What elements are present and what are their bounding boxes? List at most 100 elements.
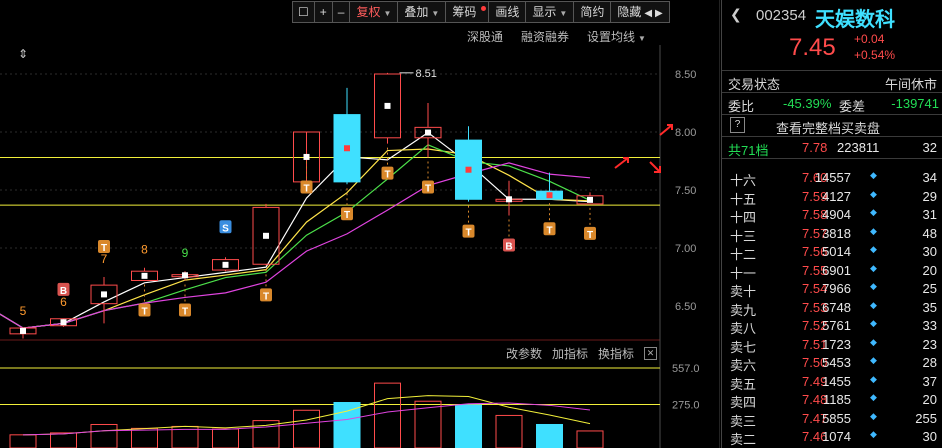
level-volume: 1455 (822, 373, 851, 389)
level-orders: 25 (922, 281, 937, 296)
volume-bar (374, 382, 401, 448)
candle-marker (384, 102, 391, 109)
diamond-icon: ◆ (870, 299, 877, 310)
arrow-up-icon (659, 124, 673, 136)
volume-bar (333, 402, 361, 448)
chevron-down-icon: ▼ (431, 9, 440, 18)
volume-bar (576, 430, 604, 448)
signal-badge-text: S (222, 223, 229, 234)
stock-name: 天娱数科 (815, 9, 895, 31)
ma-settings-label: 设置均线 (587, 30, 636, 44)
order-level-row: 卖四 7.48 1185 ◆ 20 (722, 390, 942, 410)
ma-settings-link[interactable]: 设置均线 ▼ (587, 28, 646, 45)
level-volume: 6748 (822, 299, 851, 315)
order-level-row: 十六 7.60 14557 ◆ 34 (722, 168, 942, 188)
back-arrow-icon[interactable]: ❮ (730, 6, 742, 23)
edit-params-link[interactable]: 改参数 (506, 345, 542, 362)
chevron-down-icon: ▼ (638, 34, 646, 43)
volume-bar (9, 434, 37, 448)
margin-trading-link[interactable]: 融资融券 (521, 28, 569, 45)
close-icon[interactable]: ✕ (644, 347, 658, 360)
level-volume: 1185 (823, 392, 851, 407)
price-axis-label: 8.00 (675, 127, 696, 139)
fuquan-label: 复权 (356, 5, 381, 19)
signal-badge-text: T (141, 306, 147, 317)
chips-button[interactable]: 筹码 (445, 1, 490, 23)
diamond-icon: ◆ (870, 188, 877, 199)
order-level-row: 卖十 7.54 7966 ◆ 25 (722, 279, 942, 299)
candle-marker (263, 232, 269, 239)
volume-axis-label: 557.0 (672, 363, 700, 375)
draw-line-label: 画线 (495, 5, 520, 19)
high-price-label: 8.51 (416, 68, 437, 80)
hk-connect-link[interactable]: 深股通 (467, 28, 503, 45)
kline-chart[interactable]: 8.508.007.507.006.508.5156B7T 8T9TSTTTTTT… (0, 0, 720, 448)
signal-badge-text: B (505, 242, 512, 253)
arrow-left-icon: ◀ (644, 8, 653, 19)
level-orders: 20 (922, 392, 937, 407)
ratio-label: 委比 (728, 99, 755, 114)
volume-bar (293, 409, 320, 448)
full-book-button[interactable]: ? 查看完整档买卖盘 (722, 116, 942, 136)
level-volume: 4127 (822, 188, 851, 204)
order-level-row: 卖五 7.49 1455 ◆ 37 (722, 372, 942, 392)
signal-badge-text: T (425, 184, 431, 195)
plus-icon[interactable]: + (313, 1, 333, 23)
level-orders: 29 (922, 188, 937, 204)
diff-value: -139741 (891, 96, 939, 111)
level-orders: 33 (922, 318, 937, 333)
trade-status-value: 午间休市 (884, 77, 937, 92)
trade-status-row: 交易状态 午间休市 (722, 72, 942, 92)
simple-button[interactable]: 简约 (573, 1, 612, 23)
order-level-row: 卖三 7.47 5855 ◆ 255 (722, 409, 942, 429)
level-volume: 5761 (822, 318, 851, 333)
arrow-right-icon: ▶ (655, 8, 663, 19)
simple-label: 简约 (580, 5, 605, 19)
level-orders: 23 (922, 336, 937, 352)
order-level-row: 卖六 7.50 5453 ◆ 28 (722, 353, 942, 373)
arrow-down-icon (649, 161, 661, 173)
candle-marker (587, 196, 593, 203)
current-price: 7.45 (789, 34, 836, 61)
signal-badge-text: T (101, 243, 107, 254)
signal-number: 8 (141, 243, 148, 257)
order-level-row: 卖九 7.53 6748 ◆ 35 (722, 298, 942, 318)
level-volume: 5014 (822, 244, 851, 259)
add-indicator-link[interactable]: 加指标 (552, 345, 588, 362)
signal-number: 9 (182, 246, 189, 260)
level-orders: 30 (922, 429, 937, 444)
diamond-icon: ◆ (870, 281, 877, 291)
diamond-icon: ◆ (870, 170, 877, 180)
chart-toolbar: ☐ + – 复权 ▼ 叠加 ▼ 筹码 画线 显示 ▼ 简约 隐藏 ◀ ▶ (292, 1, 670, 23)
level-orders: 48 (922, 225, 937, 241)
hide-button[interactable]: 隐藏 ◀ ▶ (610, 1, 670, 23)
divider (722, 70, 942, 71)
kline-chart-area[interactable]: 8.50 8.00 7.50 7.00 6.50 8.51 5 6 B 7 T 8 T 9 T S T T T T T T… (0, 0, 720, 448)
signal-badge-text: T (182, 306, 188, 317)
order-level-row: 十一 7.55 6901 ◆ 20 (722, 261, 942, 281)
expand-icon: ⇕ (18, 47, 28, 61)
price-axis-label: 8.50 (675, 69, 696, 81)
level-orders: 31 (922, 207, 937, 222)
display-button[interactable]: 显示 ▼ (525, 1, 575, 23)
volume-bar (455, 404, 482, 448)
order-level-row: 十五 7.59 4127 ◆ 29 (722, 187, 942, 207)
trade-status-label: 交易状态 (728, 77, 781, 92)
fuquan-button[interactable]: 复权 ▼ (349, 1, 399, 23)
chevron-down-icon: ▼ (559, 9, 568, 18)
stock-code: 002354 (756, 7, 807, 24)
draw-line-button[interactable]: 画线 (488, 1, 527, 23)
switch-indicator-link[interactable]: 换指标 (598, 345, 634, 362)
levels-orders: 32 (922, 140, 937, 155)
diamond-icon: ◆ (870, 392, 877, 402)
lock-icon[interactable]: ☐ (292, 1, 315, 23)
level-volume: 3818 (822, 225, 851, 241)
chevron-down-icon: ▼ (383, 9, 392, 18)
minus-icon[interactable]: – (331, 1, 351, 23)
ma10-line (0, 148, 591, 329)
overlay-button[interactable]: 叠加 ▼ (397, 1, 447, 23)
volume-bar (212, 428, 239, 448)
level-label: 卖二 (730, 432, 757, 447)
indicator-bar: 改参数 加指标 换指标 ✕ (506, 345, 658, 362)
signal-badge-text: T (303, 184, 309, 195)
